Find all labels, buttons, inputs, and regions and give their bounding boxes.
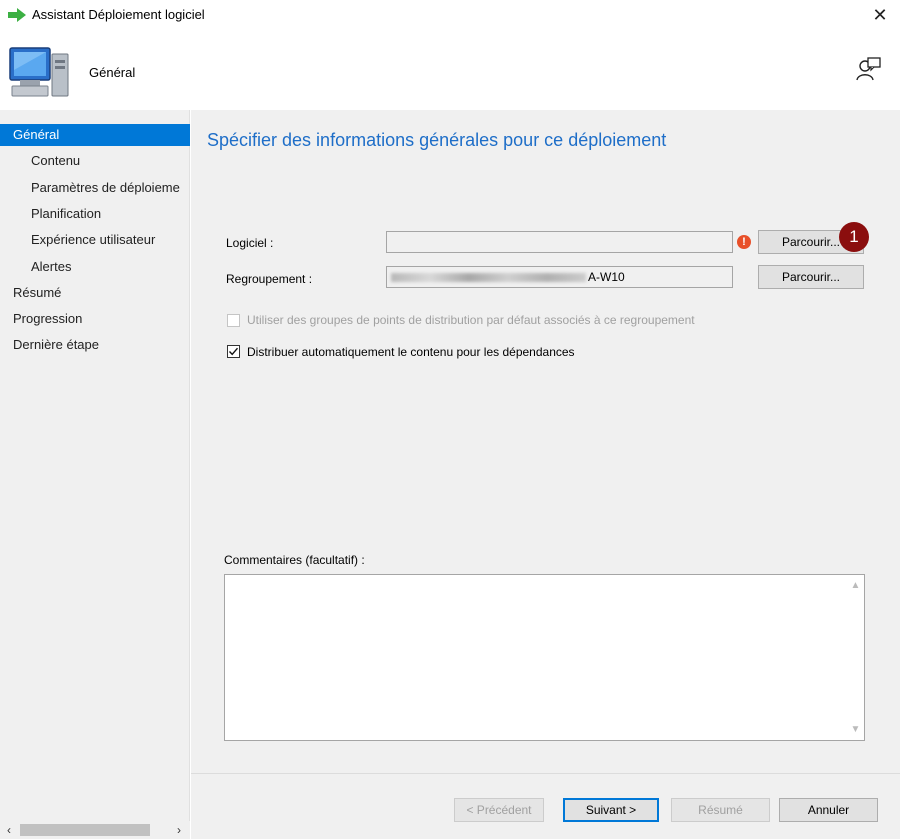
previous-button[interactable]: < Précédent [454, 798, 544, 822]
checkmark-icon [228, 347, 239, 356]
default-dp-groups-label: Utiliser des groupes de points de distri… [247, 313, 695, 327]
browse-collection-button[interactable]: Parcourir... [758, 265, 864, 289]
scroll-left-arrow-icon[interactable]: ‹ [0, 821, 18, 839]
comments-label: Commentaires (facultatif) : [224, 553, 365, 567]
page-title: Général [89, 65, 136, 80]
next-button[interactable]: Suivant > [563, 798, 659, 822]
title-bar: Assistant Déploiement logiciel ✕ [0, 0, 900, 30]
nav-item-general[interactable]: Général [0, 124, 190, 146]
user-feedback-icon[interactable] [856, 56, 882, 82]
scroll-right-arrow-icon[interactable]: › [170, 821, 188, 839]
computer-icon [9, 47, 69, 97]
distribute-dependencies-checkbox[interactable] [227, 345, 240, 358]
wizard-content: Spécifier des informations générales pou… [191, 110, 900, 773]
distribute-dependencies-label: Distribuer automatiquement le contenu po… [247, 345, 575, 359]
software-field[interactable] [386, 231, 733, 253]
step-badge: 1 [839, 222, 869, 252]
green-arrow-icon [8, 8, 26, 22]
nav-horizontal-scrollbar[interactable]: ‹ › [0, 821, 190, 839]
comments-scrollbar[interactable]: ▲ ▼ [847, 575, 864, 740]
scroll-down-arrow-icon[interactable]: ▼ [847, 721, 864, 738]
summary-button[interactable]: Résumé [671, 798, 770, 822]
nav-item-progress[interactable]: Progression [0, 308, 190, 330]
nav-item-user-experience[interactable]: Expérience utilisateur [0, 229, 190, 251]
collection-field[interactable]: A-W10 [386, 266, 733, 288]
cancel-button[interactable]: Annuler [779, 798, 878, 822]
scrollbar-thumb[interactable] [20, 824, 150, 836]
software-label: Logiciel : [226, 236, 274, 250]
nav-item-scheduling[interactable]: Planification [0, 203, 190, 225]
scroll-up-arrow-icon[interactable]: ▲ [847, 577, 864, 594]
wizard-steps-nav: Général Contenu Paramètres de déploieme … [0, 110, 190, 839]
collection-value-suffix: A-W10 [588, 270, 625, 284]
warning-icon: ! [737, 235, 751, 249]
window-title: Assistant Déploiement logiciel [32, 7, 205, 22]
nav-item-content[interactable]: Contenu [0, 150, 190, 172]
nav-item-summary[interactable]: Résumé [0, 282, 190, 304]
nav-item-deployment-settings[interactable]: Paramètres de déploieme [0, 177, 190, 199]
redacted-collection-name [391, 273, 586, 283]
close-button[interactable]: ✕ [860, 0, 900, 30]
collection-label: Regroupement : [226, 272, 313, 286]
nav-item-completion[interactable]: Dernière étape [0, 334, 190, 356]
default-dp-groups-checkbox[interactable] [227, 314, 240, 327]
section-heading: Spécifier des informations générales pou… [207, 130, 667, 150]
wizard-header: Général [0, 30, 900, 110]
wizard-footer: < Précédent Suivant > Résumé Annuler [191, 773, 900, 839]
comments-textarea[interactable]: ▲ ▼ [224, 574, 865, 741]
nav-item-alerts[interactable]: Alertes [0, 256, 190, 278]
